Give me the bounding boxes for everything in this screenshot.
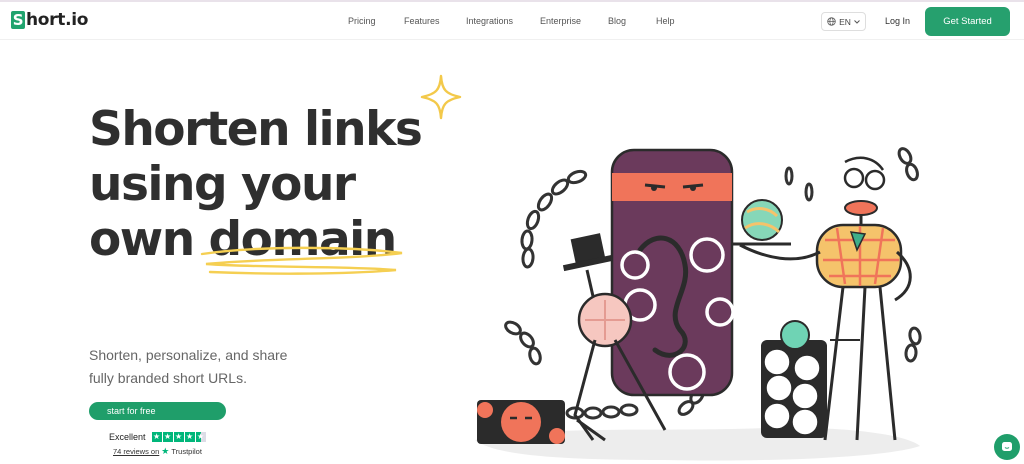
hero-headline: Shorten links using your own domain <box>89 102 423 267</box>
trustpilot-rating: Excellent ★ ★ ★ ★ ★ <box>109 432 206 442</box>
language-selector[interactable]: EN <box>821 12 866 31</box>
chat-icon <box>1002 442 1012 451</box>
sparkle-icon <box>420 74 462 120</box>
star-icon: ★ <box>151 432 162 442</box>
logo-text: hort.io <box>26 10 89 30</box>
star-icon: ★ <box>184 432 195 442</box>
rating-word: Excellent <box>109 432 146 442</box>
login-link[interactable]: Log In <box>885 16 910 26</box>
start-for-free-button[interactable]: start for free <box>89 402 226 420</box>
logo-mark: S <box>11 11 25 29</box>
nav-pricing[interactable]: Pricing <box>348 16 376 26</box>
trustpilot-brand: Trustpilot <box>171 447 202 456</box>
headline-line-2: using your <box>89 157 356 212</box>
language-label: EN <box>839 16 851 27</box>
phone-character <box>610 148 735 397</box>
half-star-icon: ★ <box>195 432 206 442</box>
nav-features[interactable]: Features <box>404 16 440 26</box>
underline-scribble <box>200 246 403 275</box>
colorful-ball <box>733 199 791 246</box>
subtext-line-2: fully branded short URLs. <box>89 370 247 386</box>
site-header: S hort.io Pricing Features Integrations … <box>0 2 1024 40</box>
headline-line-1: Shorten links <box>89 102 423 157</box>
orange-box-character <box>477 400 565 444</box>
rating-stars: ★ ★ ★ ★ ★ <box>151 432 206 442</box>
egg-carton-character <box>761 320 827 438</box>
nav-blog[interactable]: Blog <box>608 16 626 26</box>
globe-icon <box>827 17 836 26</box>
logo[interactable]: S hort.io <box>11 10 88 30</box>
chat-button[interactable] <box>994 434 1020 460</box>
get-started-button[interactable]: Get Started <box>925 7 1010 36</box>
subtext-line-1: Shorten, personalize, and share <box>89 347 288 363</box>
nav-enterprise[interactable]: Enterprise <box>540 16 581 26</box>
nav-help[interactable]: Help <box>656 16 675 26</box>
hero-illustration <box>475 147 922 461</box>
hero-subtext: Shorten, personalize, and share fully br… <box>89 344 349 390</box>
star-icon: ★ <box>162 432 173 442</box>
trustpilot-reviews[interactable]: 74 reviews on ★ Trustpilot <box>113 446 202 457</box>
nav-integrations[interactable]: Integrations <box>466 16 513 26</box>
chevron-down-icon <box>854 19 860 24</box>
reviews-link[interactable]: 74 reviews on <box>113 447 159 456</box>
trustpilot-star-icon: ★ <box>161 446 170 456</box>
star-icon: ★ <box>173 432 184 442</box>
